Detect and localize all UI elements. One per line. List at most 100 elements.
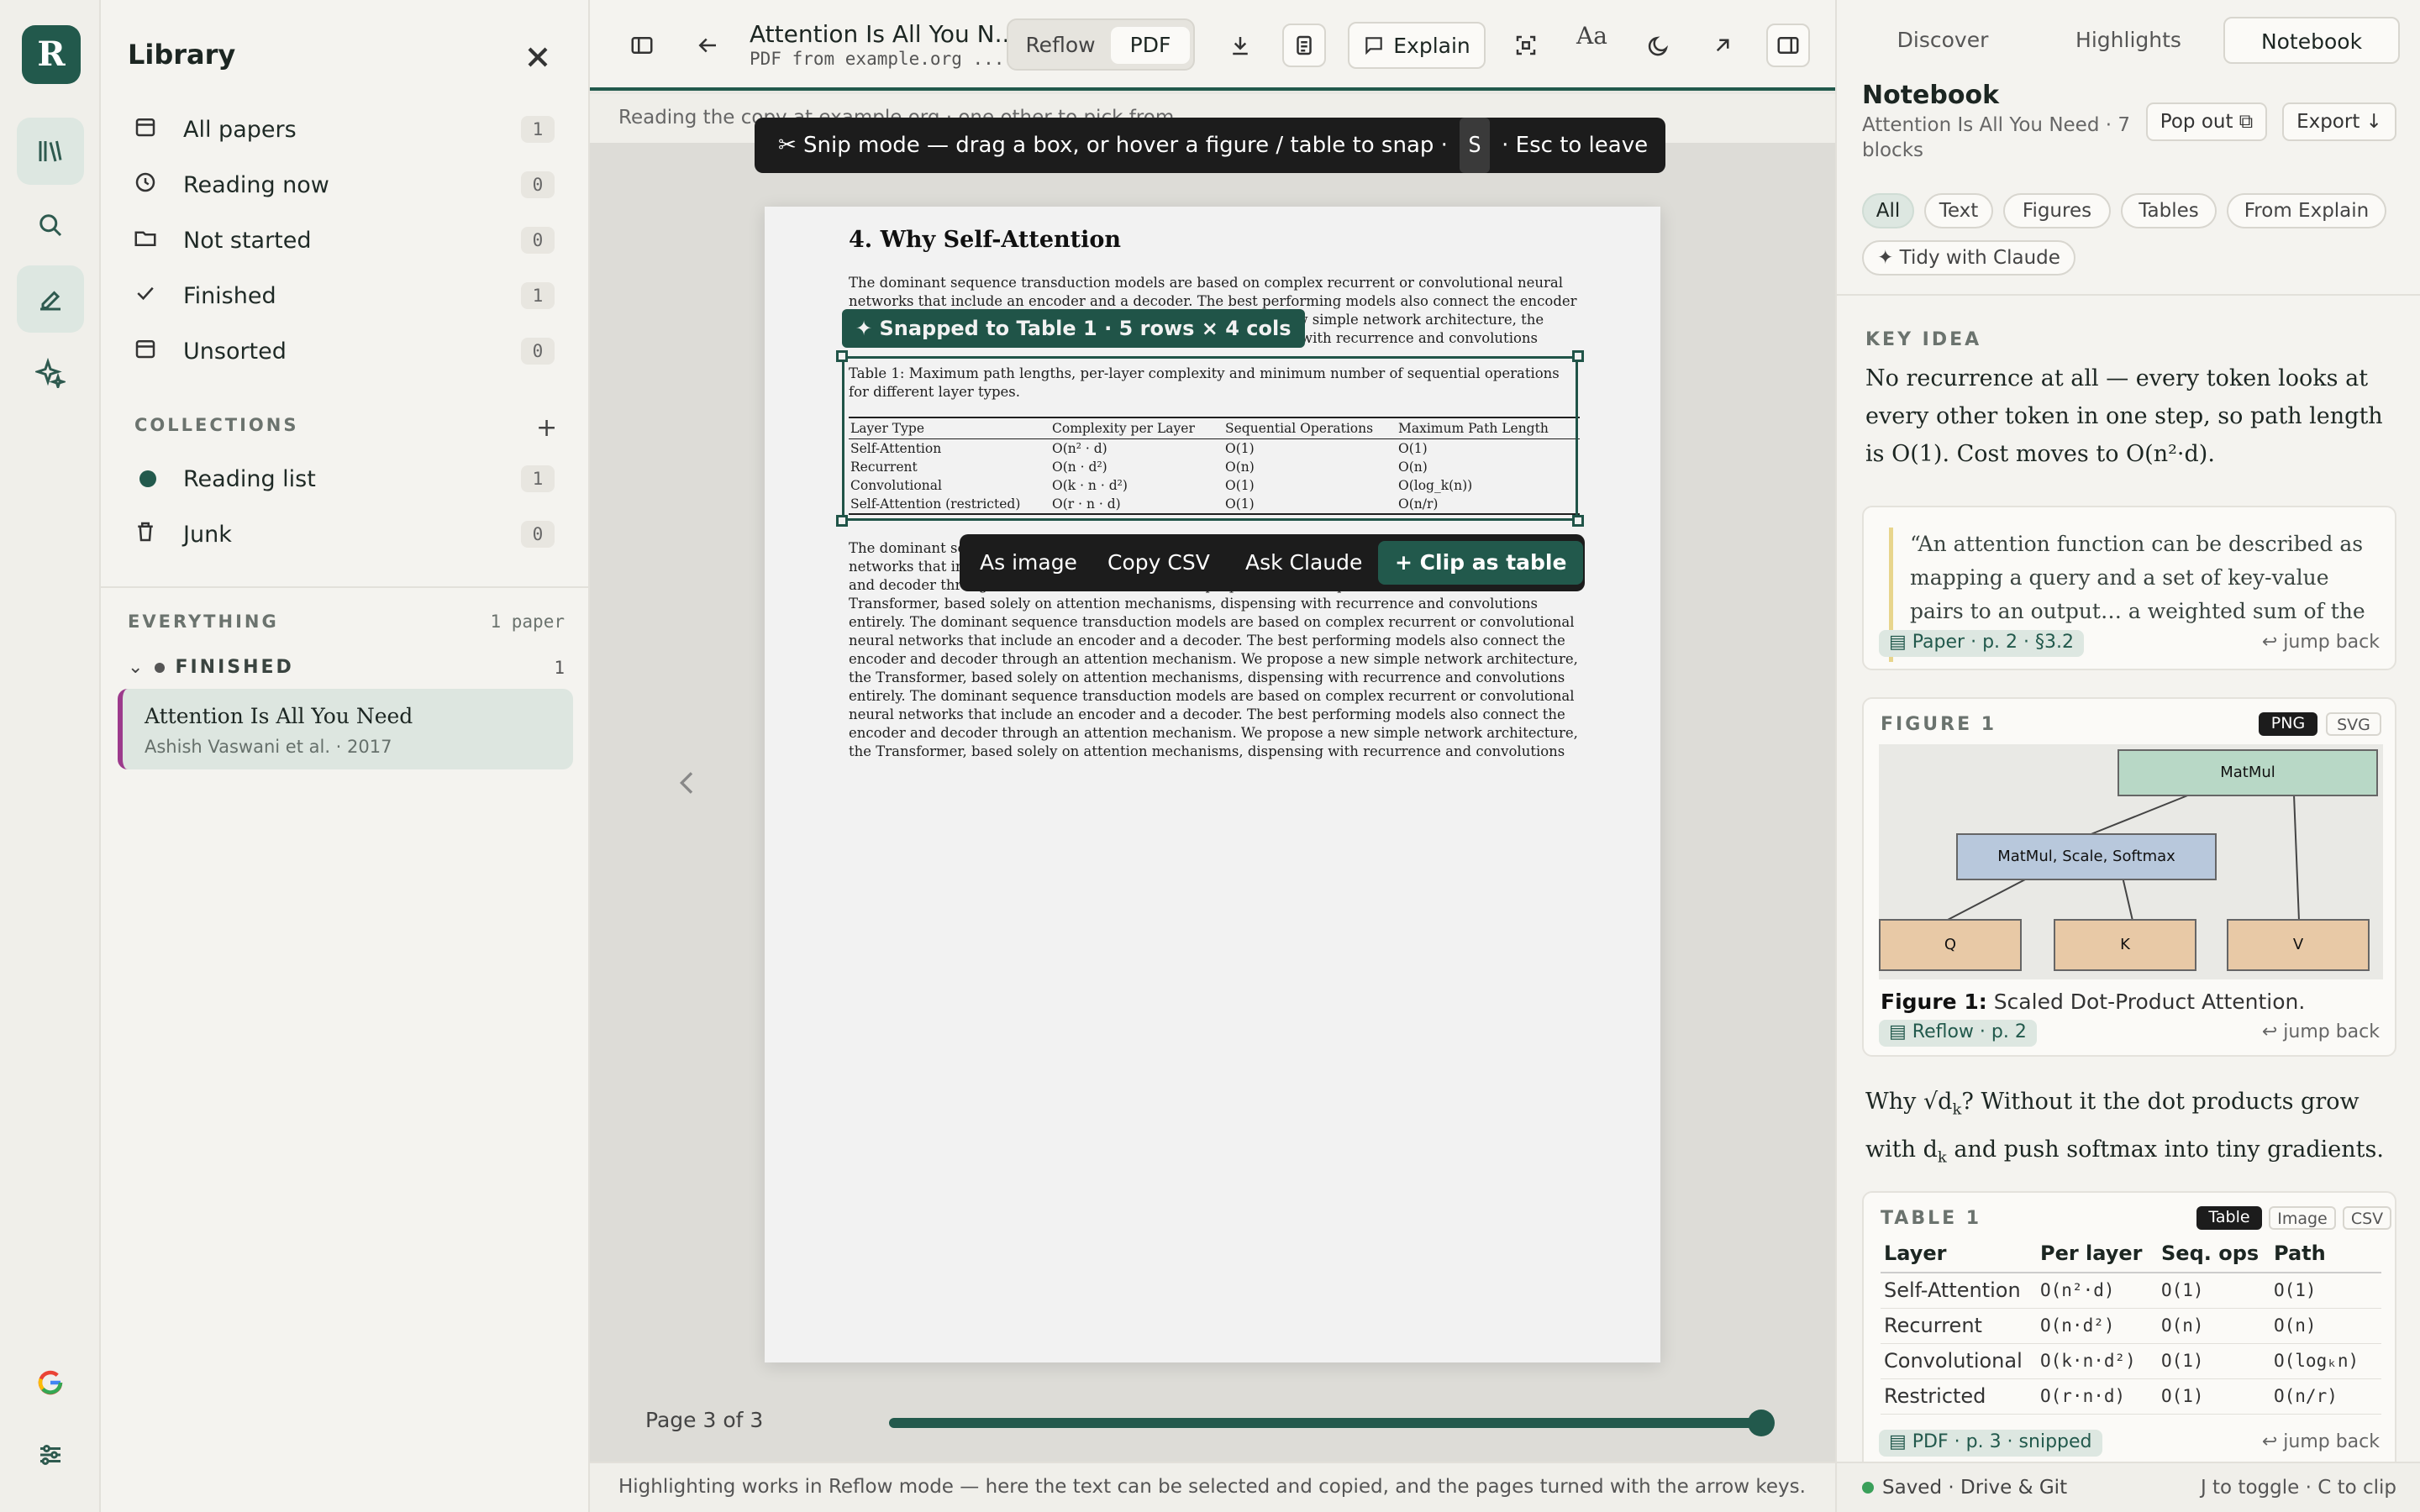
document-title: Attention Is All You N... — [750, 20, 1018, 48]
pop-out-button[interactable]: Pop out ⧉ — [2146, 102, 2267, 141]
snip-mode-banner: ✂ Snip mode — drag a box, or hover a fig… — [755, 118, 1665, 173]
pen-icon — [40, 291, 60, 311]
figure-caption-text: Scaled Dot-Product Attention. — [1993, 990, 2306, 1014]
reader-pane: Attention Is All You N... PDF from examp… — [590, 0, 1835, 1512]
panel-tabs: Discover Highlights Notebook — [1837, 0, 2420, 81]
filter-all[interactable]: All — [1862, 193, 1914, 228]
format-svg-button[interactable]: SVG — [2326, 712, 2381, 736]
open-external-button[interactable] — [1701, 24, 1744, 67]
resize-handle[interactable] — [836, 350, 848, 362]
jump-back-link[interactable]: ↩ jump back — [2262, 1431, 2380, 1452]
format-table-button[interactable]: Table — [2196, 1206, 2262, 1230]
page-slider[interactable] — [889, 1418, 1771, 1428]
format-png-button[interactable]: PNG — [2259, 712, 2317, 736]
nav-label: Not started — [183, 227, 312, 254]
source-tag[interactable]: ▤ PDF · p. 3 · snipped — [1879, 1430, 2102, 1457]
snip-button[interactable] — [1504, 24, 1548, 67]
clip-as-table-button[interactable]: + Clip as table — [1378, 541, 1584, 585]
note-subscript: k — [1952, 1100, 1962, 1119]
jump-back-link[interactable]: ↩ jump back — [2262, 1021, 2380, 1042]
resize-handle[interactable] — [836, 515, 848, 527]
jump-back-link[interactable]: ↩ jump back — [2262, 632, 2380, 653]
document-source: PDF from example.org ... — [750, 49, 1005, 69]
moon-icon — [1648, 36, 1669, 56]
filter-from-explain[interactable]: From Explain — [2227, 193, 2386, 228]
library-rail-button[interactable] — [17, 118, 84, 185]
nav-unsorted[interactable]: Unsorted 0 — [121, 327, 566, 375]
nav-reading-now[interactable]: Reading now 0 — [121, 160, 566, 209]
ai-rail-button[interactable] — [17, 339, 84, 407]
resize-handle[interactable] — [1572, 515, 1584, 527]
font-settings-button[interactable]: Aa — [1576, 22, 1607, 50]
format-image-button[interactable]: Image — [2269, 1206, 2336, 1230]
tab-notebook[interactable]: Notebook — [2223, 17, 2400, 64]
matmul-node: MatMul — [2118, 749, 2378, 796]
toggle-sidebar-button[interactable] — [620, 24, 664, 67]
filter-figures[interactable]: Figures — [2003, 193, 2111, 228]
tidy-with-claude-button[interactable]: ✦ Tidy with Claude — [1862, 240, 2075, 276]
paper-item[interactable]: Attention Is All You Need Ashish Vaswani… — [118, 689, 573, 769]
settings-rail-button[interactable] — [17, 1421, 84, 1488]
search-rail-button[interactable] — [17, 192, 84, 259]
export-button[interactable]: Export ↓ — [2282, 102, 2396, 141]
key-idea-label: KEY IDEA — [1865, 329, 1982, 350]
table-cell: O(n·d²) — [2037, 1308, 2158, 1344]
group-toggle-finished[interactable]: ⌄ FINISHED 1 — [128, 657, 565, 678]
k-node: K — [2054, 919, 2196, 971]
google-account-button[interactable] — [17, 1349, 84, 1416]
table-cell: Self-Attention — [1881, 1273, 2037, 1309]
snap-selection-box[interactable] — [842, 356, 1578, 521]
back-button[interactable] — [686, 24, 729, 67]
add-collection-button[interactable]: + — [536, 413, 557, 443]
format-csv-button[interactable]: CSV — [2343, 1206, 2391, 1230]
table-block[interactable]: TABLE 1 Table Image CSV Layer Per layer … — [1862, 1191, 2396, 1465]
nav-finished[interactable]: Finished 1 — [121, 271, 566, 320]
view-reflow-button[interactable]: Reflow — [1013, 27, 1107, 64]
notes-button[interactable] — [1282, 24, 1326, 67]
page-slider-thumb[interactable] — [1748, 1410, 1775, 1436]
copy-csv-button[interactable]: Copy CSV — [1107, 541, 1210, 585]
page-indicator: Page 3 of 3 — [645, 1408, 764, 1432]
table-cell: Restricted — [1881, 1378, 2037, 1415]
collection-reading-list[interactable]: Reading list 1 — [121, 454, 566, 503]
filter-tables[interactable]: Tables — [2121, 193, 2217, 228]
table-cell: O(1) — [2158, 1273, 2270, 1309]
figure-label: FIGURE 1 — [1881, 714, 1997, 735]
collection-label: Junk — [183, 521, 232, 548]
filter-text[interactable]: Text — [1924, 193, 1993, 228]
close-library-button[interactable] — [521, 40, 555, 74]
note-subscript: k — [1937, 1148, 1947, 1167]
toggle-right-panel-button[interactable] — [1766, 24, 1810, 67]
tab-discover[interactable]: Discover — [1859, 17, 2027, 64]
annotate-rail-button[interactable] — [17, 265, 84, 333]
nav-not-started[interactable]: Not started 0 — [121, 216, 566, 265]
table-header: Path — [2270, 1235, 2381, 1273]
archive-icon — [133, 114, 163, 144]
nav-all-papers[interactable]: All papers 1 — [121, 105, 566, 154]
previous-page-button[interactable] — [671, 766, 704, 800]
resize-handle[interactable] — [1572, 350, 1584, 362]
source-tag[interactable]: ▤ Reflow · p. 2 — [1879, 1020, 2037, 1047]
group-count: 1 — [554, 657, 565, 678]
folder-icon — [133, 225, 163, 255]
dark-mode-button[interactable] — [1637, 24, 1681, 67]
snip-exit-hint: · Esc to leave — [1502, 133, 1649, 158]
notebook-subtitle: Attention Is All You Need · 7 blocks — [1862, 114, 2130, 161]
explain-button[interactable]: Explain — [1348, 22, 1486, 69]
source-tag[interactable]: ▤ Paper · p. 2 · §3.2 — [1879, 630, 2084, 657]
everything-heading: EVERYTHING — [128, 612, 279, 632]
download-button[interactable] — [1218, 24, 1262, 67]
explain-label: Explain — [1393, 33, 1470, 58]
chevron-down-icon: ⌄ — [128, 657, 144, 678]
close-icon — [528, 47, 548, 67]
as-image-button[interactable]: As image — [980, 541, 1077, 585]
view-pdf-button[interactable]: PDF — [1111, 27, 1190, 64]
figure-block[interactable]: FIGURE 1 PNG SVG MatMul MatMul, Scale, S… — [1862, 697, 2396, 1057]
quote-block[interactable]: “An attention function can be described … — [1862, 506, 2396, 670]
shortcut-key: S — [1460, 118, 1490, 173]
app-logo[interactable]: R — [22, 25, 81, 84]
v-node: V — [2227, 919, 2370, 971]
tab-highlights[interactable]: Highlights — [2040, 17, 2217, 64]
collection-junk[interactable]: Junk 0 — [121, 510, 566, 559]
ask-claude-button[interactable]: Ask Claude — [1245, 541, 1362, 585]
